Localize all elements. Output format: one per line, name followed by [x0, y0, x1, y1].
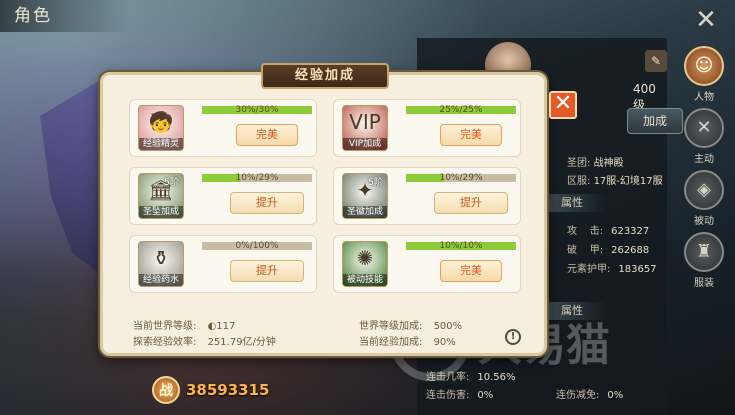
nav-label: 主动	[694, 154, 714, 165]
world-level-value: 117	[216, 321, 236, 332]
bonus-source-icon[interactable]: VIP VIP加成	[342, 105, 388, 151]
popup-footer: 当前世界等级: ◐117 探索经验效率: 251.79亿/分钟 世界等级加成: …	[103, 307, 544, 353]
nav-item-outfit[interactable]: ♜ 服装	[676, 232, 732, 292]
server-label: 区服:	[567, 176, 591, 187]
stat-attack: 攻 击: 623327	[567, 226, 650, 237]
combat-power-value: 38593315	[186, 381, 270, 399]
nav-label: 人物	[694, 92, 714, 103]
server-value: 17服-幻境17服	[593, 176, 663, 187]
server-line: 区服: 17服-幻境17服	[567, 172, 663, 187]
world-bonus-row: 世界等级加成: 500%	[359, 317, 462, 332]
world-bonus-value: 500%	[433, 321, 463, 332]
guild-label: 圣团:	[567, 158, 591, 169]
bonus-source-icon[interactable]: ⚱ 经验药水	[138, 241, 184, 287]
bonus-tier: 5阶	[368, 178, 383, 188]
exp-bonus-popup: 经验加成 ✕ 🧒 经验精灵 30%/30% 完美 VIP VIP加成 25%/25% 完美 🏛 5…	[100, 63, 577, 356]
popup-close-button[interactable]: ✕	[549, 91, 577, 119]
current-bonus-value: 90%	[433, 337, 456, 348]
bonus-glyph-icon: VIP	[349, 110, 381, 134]
current-bonus-label: 当前经验加成:	[359, 337, 423, 348]
bonus-progress-text: 0%/100%	[235, 241, 279, 251]
stat-combo-reduction: 连伤减免: 0%	[556, 390, 624, 401]
bonus-progress-bar: 10%/29%	[406, 173, 516, 183]
bonus-source-icon[interactable]: 🧒 经验精灵	[138, 105, 184, 151]
explore-exp-row: 探索经验效率: 251.79亿/分钟	[133, 333, 276, 348]
combat-power: 战 38593315	[152, 376, 270, 404]
bonus-card: VIP VIP加成 25%/25% 完美	[333, 99, 521, 157]
bonus-card: ⚱ 经验药水 0%/100% 提升	[129, 235, 317, 293]
bonus-card: ✺ 被动技能 10%/10% 完美	[333, 235, 521, 293]
bonus-glyph-icon: ✺	[356, 246, 374, 270]
bonus-progress-text: 25%/25%	[439, 105, 483, 115]
explore-exp-label: 探索经验效率:	[133, 337, 197, 348]
current-bonus-row: 当前经验加成: 90%	[359, 333, 456, 348]
perfect-button[interactable]: 完美	[236, 124, 298, 146]
bonus-card: 🏛 5阶 圣坠加成 10%/29% 提升	[129, 167, 317, 225]
close-icon[interactable]: ✕	[693, 7, 719, 34]
upgrade-button[interactable]: 提升	[230, 192, 304, 214]
nav-item-passive-skills[interactable]: ◈ 被动	[676, 170, 732, 230]
attributes-section-header: 属性	[547, 194, 607, 212]
bonus-name: 圣徽加成	[343, 206, 387, 218]
bonus-progress-text: 30%/30%	[235, 105, 279, 115]
side-nav: ☺ 人物 ✕ 主动 ◈ 被动 ♜ 服装	[676, 44, 732, 292]
bonus-source-icon[interactable]: 🏛 5阶 圣坠加成	[138, 173, 184, 219]
bonus-card: 🧒 经验精灵 30%/30% 完美	[129, 99, 317, 157]
stat-combo-damage: 连击伤害: 0%	[426, 390, 494, 401]
boost-button[interactable]: 加成	[627, 108, 683, 134]
bonus-progress-bar: 0%/100%	[202, 241, 312, 251]
explore-exp-value: 251.79亿/分钟	[207, 337, 276, 348]
world-level-label: 当前世界等级:	[133, 321, 197, 332]
bonus-progress-text: 10%/29%	[235, 173, 279, 183]
bonus-source-icon[interactable]: ✺ 被动技能	[342, 241, 388, 287]
guild-line: 圣团: 战神殿	[567, 154, 624, 169]
screen-title: 角色	[0, 0, 130, 32]
guild-value: 战神殿	[593, 158, 624, 169]
bonus-name: 圣坠加成	[139, 206, 183, 218]
bonus-name: 被动技能	[343, 274, 387, 286]
bonus-card-grid: 🧒 经验精灵 30%/30% 完美 VIP VIP加成 25%/25% 完美 🏛 5阶 圣坠加成 10…	[129, 99, 525, 295]
edit-name-icon[interactable]: ✎	[645, 50, 667, 72]
popup-title: 经验加成	[261, 63, 389, 89]
bonus-card: ✦ 5阶 圣徽加成 10%/29% 提升	[333, 167, 521, 225]
info-icon[interactable]: !	[505, 329, 521, 345]
perfect-button[interactable]: 完美	[440, 260, 502, 282]
bonus-progress-text: 10%/29%	[439, 173, 483, 183]
swords-icon: ✕	[684, 108, 724, 148]
world-level-row: 当前世界等级: ◐117	[133, 317, 235, 332]
bonus-name: 经验药水	[139, 274, 183, 286]
bonus-glyph-icon: 🧒	[148, 110, 174, 134]
nav-label: 被动	[694, 216, 714, 227]
upgrade-button[interactable]: 提升	[230, 260, 304, 282]
nav-item-person[interactable]: ☺ 人物	[676, 46, 732, 106]
combat-power-badge: 战	[152, 376, 180, 404]
world-bonus-label: 世界等级加成:	[359, 321, 423, 332]
bonus-progress-bar: 10%/10%	[406, 241, 516, 251]
bonus-tier: 5阶	[164, 178, 179, 188]
bonus-progress-bar: 10%/29%	[202, 173, 312, 183]
stat-element-armor: 元素护甲: 183657	[567, 264, 657, 275]
stat-armor-break: 破 甲: 262688	[567, 245, 650, 256]
nav-label: 服装	[694, 278, 714, 289]
person-icon: ☺	[684, 46, 724, 86]
bonus-progress-text: 10%/10%	[439, 241, 483, 251]
bonus-name: 经验精灵	[139, 138, 183, 150]
bonus-name: VIP加成	[343, 138, 387, 150]
nav-item-active-skills[interactable]: ✕ 主动	[676, 108, 732, 168]
bonus-progress-bar: 25%/25%	[406, 105, 516, 115]
bonus-source-icon[interactable]: ✦ 5阶 圣徽加成	[342, 173, 388, 219]
perfect-button[interactable]: 完美	[440, 124, 502, 146]
bonus-progress-bar: 30%/30%	[202, 105, 312, 115]
upgrade-button[interactable]: 提升	[434, 192, 508, 214]
shield-icon: ◈	[684, 170, 724, 210]
coin-icon: ◐	[207, 321, 217, 332]
bonus-glyph-icon: ⚱	[152, 246, 170, 270]
armor-icon: ♜	[684, 232, 724, 272]
